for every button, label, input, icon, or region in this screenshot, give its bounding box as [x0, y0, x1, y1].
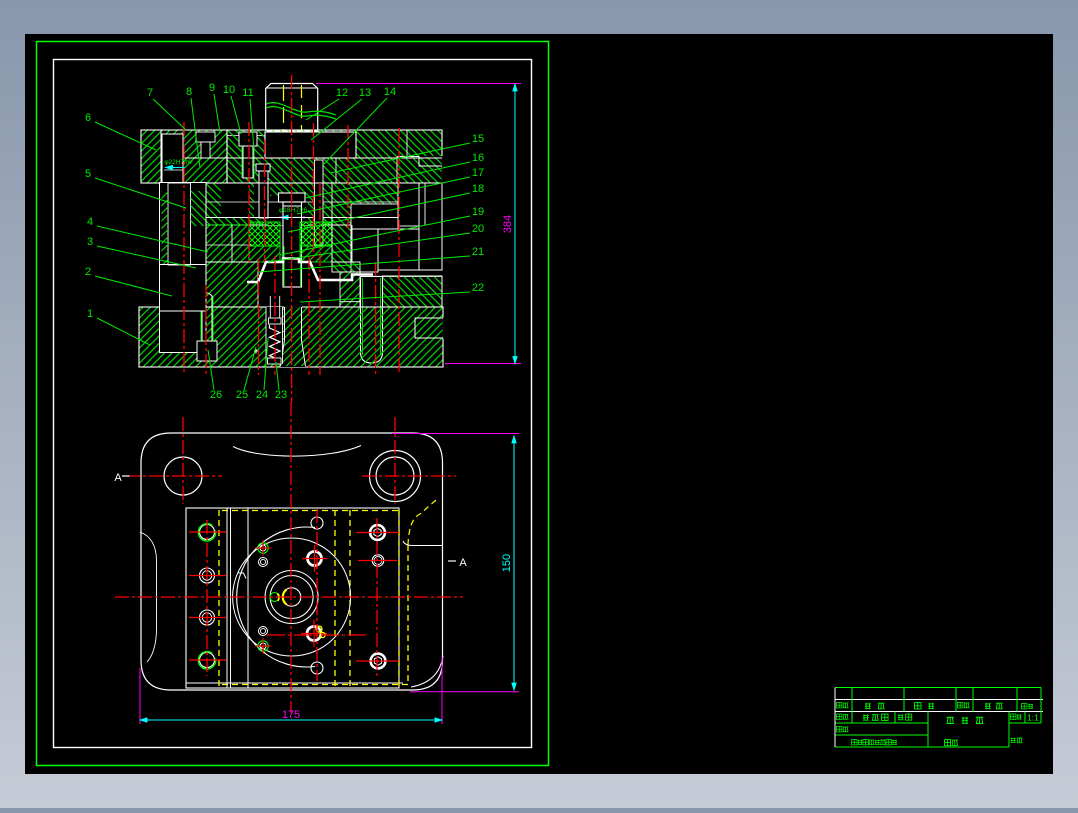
svg-text:15: 15: [472, 133, 484, 145]
svg-text:A: A: [114, 472, 122, 484]
svg-text:18: 18: [472, 183, 484, 195]
svg-text:384: 384: [502, 215, 514, 233]
svg-text:7: 7: [147, 87, 153, 99]
svg-text:10: 10: [223, 84, 235, 96]
svg-text:1: 1: [87, 308, 93, 320]
svg-text:12: 12: [336, 87, 348, 99]
svg-text:21: 21: [472, 246, 484, 258]
svg-text:8: 8: [186, 86, 192, 98]
svg-text:14: 14: [384, 86, 396, 98]
svg-text:20: 20: [472, 223, 484, 235]
svg-text:24: 24: [256, 389, 268, 401]
svg-text:4: 4: [87, 216, 93, 228]
svg-text:5: 5: [85, 168, 91, 180]
svg-text:6: 6: [85, 112, 91, 124]
svg-text:175: 175: [282, 709, 300, 721]
svg-text:16: 16: [472, 152, 484, 164]
svg-text:22: 22: [472, 282, 484, 294]
svg-text:1:1: 1:1: [1027, 713, 1039, 723]
svg-text:17: 17: [472, 167, 484, 179]
svg-text:2: 2: [85, 266, 91, 278]
svg-text:11: 11: [242, 87, 253, 99]
svg-text:23: 23: [275, 389, 287, 401]
svg-text:25: 25: [236, 389, 248, 401]
svg-text:26: 26: [210, 389, 222, 401]
svg-text:150: 150: [501, 554, 513, 572]
svg-text:13: 13: [359, 87, 371, 99]
svg-text:A: A: [459, 557, 467, 569]
svg-text:9: 9: [209, 82, 215, 94]
svg-text:19: 19: [472, 206, 484, 218]
svg-text:3: 3: [87, 236, 93, 248]
svg-text:φ22H7/r6: φ22H7/r6: [164, 159, 192, 166]
